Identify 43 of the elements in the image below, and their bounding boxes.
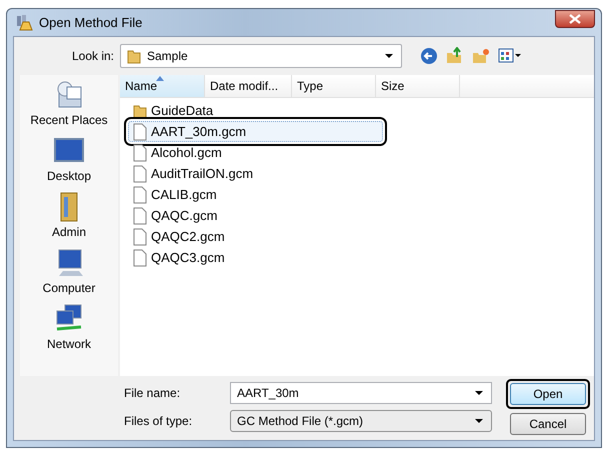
file-icon <box>133 186 147 204</box>
file-icon <box>133 164 147 182</box>
file-type-dropdown[interactable]: GC Method File (*.gcm) <box>230 410 492 432</box>
place-label[interactable]: Recent Places <box>30 113 108 127</box>
up-folder-icon[interactable] <box>446 47 464 65</box>
place-label[interactable]: Network <box>46 337 91 351</box>
file-icon <box>133 144 147 162</box>
column-header[interactable]: Date modif... <box>205 75 292 97</box>
caret-icon <box>385 54 393 58</box>
file-type-label: Files of type: <box>124 414 194 428</box>
dialog-button[interactable]: Cancel <box>510 413 586 435</box>
file-icon <box>133 228 147 246</box>
column-header[interactable]: Size <box>376 75 460 97</box>
flask-icon <box>15 14 33 32</box>
look-in-label: Look in: <box>70 49 115 63</box>
look-in-value: Sample <box>147 49 189 63</box>
new-folder-icon[interactable] <box>472 47 490 65</box>
file-item[interactable]: QAQC3.gcm <box>128 247 383 268</box>
place-label[interactable]: Admin <box>52 225 86 239</box>
view-menu-icon[interactable] <box>498 48 522 64</box>
file-item[interactable]: QAQC.gcm <box>128 205 383 226</box>
column-header[interactable]: Name <box>120 75 205 97</box>
file-name-label: File name: <box>124 386 182 400</box>
sort-arrow-icon <box>156 76 164 81</box>
file-item[interactable]: AuditTrailON.gcm <box>128 163 383 184</box>
place-label[interactable]: Computer <box>42 281 96 295</box>
file-icon <box>133 122 147 140</box>
file-icon <box>133 248 147 266</box>
close-icon <box>569 14 581 24</box>
folder-icon <box>127 48 141 64</box>
dialog-button[interactable]: Open <box>510 383 586 405</box>
close-button[interactable] <box>555 10 595 28</box>
file-item[interactable]: CALIB.gcm <box>128 184 383 205</box>
file-icon <box>133 206 147 224</box>
file-item[interactable]: Alcohol.gcm <box>128 142 383 163</box>
look-in-dropdown[interactable]: Sample <box>120 44 402 68</box>
folder-icon <box>133 102 147 118</box>
place-label[interactable]: Desktop <box>46 169 92 183</box>
column-header[interactable]: Type <box>292 75 376 97</box>
window-title: Open Method File <box>39 15 144 30</box>
file-item[interactable]: QAQC2.gcm <box>128 226 383 247</box>
back-icon[interactable] <box>420 47 438 65</box>
file-name-field[interactable]: AART_30m <box>230 382 492 404</box>
